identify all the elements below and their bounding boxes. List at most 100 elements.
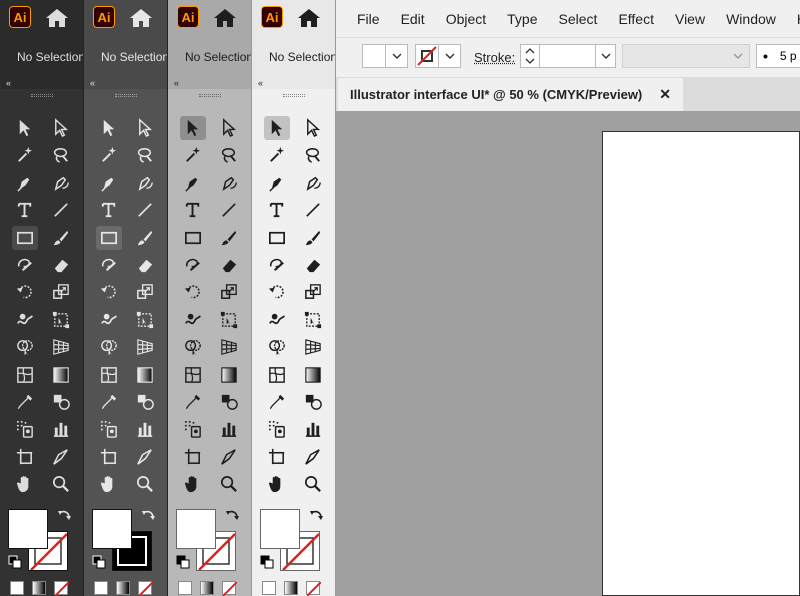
perspective-grid-tool[interactable] xyxy=(300,335,326,359)
scale-tool[interactable] xyxy=(216,280,242,304)
scale-tool[interactable] xyxy=(132,280,158,304)
shape-builder-tool[interactable] xyxy=(264,335,290,359)
color-mode-icon[interactable] xyxy=(262,581,276,595)
perspective-grid-tool[interactable] xyxy=(48,335,74,359)
gradient-mode-icon[interactable] xyxy=(284,581,298,595)
none-mode-icon[interactable] xyxy=(306,581,320,595)
curvature-tool[interactable] xyxy=(132,171,158,195)
hand-tool[interactable] xyxy=(180,472,206,496)
shaper-tool[interactable] xyxy=(12,253,38,277)
perspective-grid-tool[interactable] xyxy=(216,335,242,359)
column-graph-tool[interactable] xyxy=(48,417,74,441)
direct-selection-tool[interactable] xyxy=(300,116,326,140)
eraser-tool[interactable] xyxy=(48,253,74,277)
shape-builder-tool[interactable] xyxy=(96,335,122,359)
fill-swatch[interactable] xyxy=(260,509,300,549)
menu-type[interactable]: Type xyxy=(507,11,537,27)
curvature-tool[interactable] xyxy=(300,171,326,195)
perspective-grid-tool[interactable] xyxy=(132,335,158,359)
column-graph-tool[interactable] xyxy=(216,417,242,441)
lasso-tool[interactable] xyxy=(132,143,158,167)
warp-tool[interactable] xyxy=(96,308,122,332)
mesh-tool[interactable] xyxy=(96,363,122,387)
menu-window[interactable]: Window xyxy=(726,11,776,27)
mesh-tool[interactable] xyxy=(180,363,206,387)
menu-edit[interactable]: Edit xyxy=(401,11,425,27)
paintbrush-tool[interactable] xyxy=(300,226,326,250)
type-tool[interactable] xyxy=(96,198,122,222)
menu-select[interactable]: Select xyxy=(559,11,598,27)
selection-tool[interactable] xyxy=(12,116,38,140)
artboard-tool[interactable] xyxy=(12,445,38,469)
color-mode-icon[interactable] xyxy=(10,581,24,595)
stroke-dropdown[interactable] xyxy=(439,44,461,68)
warp-tool[interactable] xyxy=(264,308,290,332)
blend-tool[interactable] xyxy=(48,390,74,414)
free-transform-tool[interactable] xyxy=(48,308,74,332)
free-transform-tool[interactable] xyxy=(300,308,326,332)
column-graph-tool[interactable] xyxy=(300,417,326,441)
magic-wand-tool[interactable] xyxy=(96,143,122,167)
fill-color-field[interactable] xyxy=(362,44,386,68)
symbol-sprayer-tool[interactable] xyxy=(180,417,206,441)
type-tool[interactable] xyxy=(264,198,290,222)
rectangle-tool[interactable] xyxy=(12,226,38,250)
free-transform-tool[interactable] xyxy=(132,308,158,332)
eraser-tool[interactable] xyxy=(132,253,158,277)
default-fill-stroke-icon[interactable] xyxy=(176,555,188,567)
default-fill-stroke-icon[interactable] xyxy=(8,555,20,567)
zoom-tool[interactable] xyxy=(48,472,74,496)
default-fill-stroke-icon[interactable] xyxy=(92,555,104,567)
eyedropper-tool[interactable] xyxy=(180,390,206,414)
close-icon[interactable]: ✕ xyxy=(659,86,671,103)
slice-tool[interactable] xyxy=(216,445,242,469)
symbol-sprayer-tool[interactable] xyxy=(264,417,290,441)
rotate-tool[interactable] xyxy=(180,280,206,304)
fill-swatch[interactable] xyxy=(176,509,216,549)
shape-builder-tool[interactable] xyxy=(180,335,206,359)
eraser-tool[interactable] xyxy=(216,253,242,277)
shape-builder-tool[interactable] xyxy=(12,335,38,359)
shaper-tool[interactable] xyxy=(264,253,290,277)
gradient-mode-icon[interactable] xyxy=(32,581,46,595)
collapse-panel-icon[interactable]: « xyxy=(252,77,335,89)
slice-tool[interactable] xyxy=(132,445,158,469)
mesh-tool[interactable] xyxy=(264,363,290,387)
direct-selection-tool[interactable] xyxy=(132,116,158,140)
panel-grip[interactable] xyxy=(283,94,305,97)
rotate-tool[interactable] xyxy=(264,280,290,304)
lasso-tool[interactable] xyxy=(300,143,326,167)
line-segment-tool[interactable] xyxy=(132,198,158,222)
swap-fill-stroke-icon[interactable] xyxy=(57,509,71,526)
variable-width-profile[interactable] xyxy=(622,44,750,68)
panel-grip[interactable] xyxy=(115,94,137,97)
scale-tool[interactable] xyxy=(300,280,326,304)
hand-tool[interactable] xyxy=(264,472,290,496)
gradient-tool[interactable] xyxy=(300,363,326,387)
none-mode-icon[interactable] xyxy=(222,581,236,595)
collapse-panel-icon[interactable]: « xyxy=(84,77,167,89)
stroke-weight-input[interactable] xyxy=(540,44,596,68)
rectangle-tool[interactable] xyxy=(96,226,122,250)
direct-selection-tool[interactable] xyxy=(216,116,242,140)
lasso-tool[interactable] xyxy=(48,143,74,167)
stroke-weight-dropdown[interactable] xyxy=(596,44,616,68)
paintbrush-tool[interactable] xyxy=(132,226,158,250)
artboard-tool[interactable] xyxy=(96,445,122,469)
artboard[interactable] xyxy=(602,131,800,596)
fill-swatch[interactable] xyxy=(92,509,132,549)
slice-tool[interactable] xyxy=(48,445,74,469)
gradient-tool[interactable] xyxy=(132,363,158,387)
paintbrush-tool[interactable] xyxy=(216,226,242,250)
home-icon[interactable] xyxy=(213,8,237,28)
magic-wand-tool[interactable] xyxy=(180,143,206,167)
curvature-tool[interactable] xyxy=(48,171,74,195)
home-icon[interactable] xyxy=(129,8,153,28)
warp-tool[interactable] xyxy=(12,308,38,332)
panel-grip[interactable] xyxy=(31,94,53,97)
none-mode-icon[interactable] xyxy=(138,581,152,595)
gradient-mode-icon[interactable] xyxy=(116,581,130,595)
artboard-tool[interactable] xyxy=(180,445,206,469)
artboard-tool[interactable] xyxy=(264,445,290,469)
fill-swatch[interactable] xyxy=(8,509,48,549)
